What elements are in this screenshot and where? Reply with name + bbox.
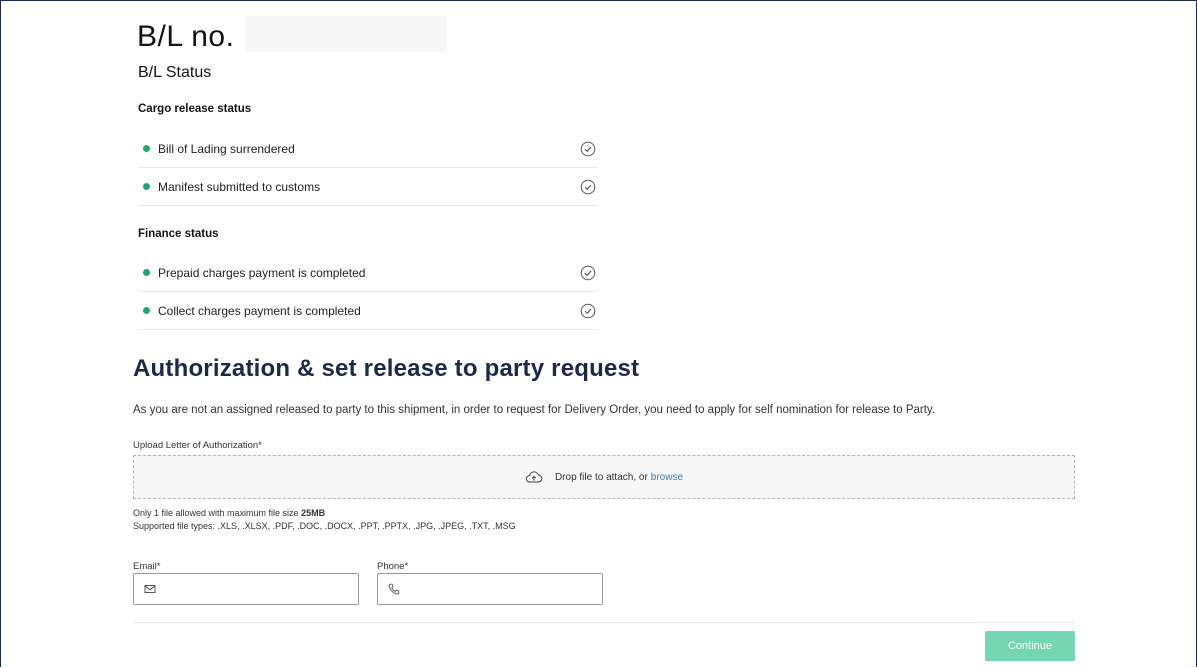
status-dot [143, 269, 150, 276]
file-limit-hint: Only 1 file allowed with maximum file si… [133, 508, 325, 518]
status-label: Collect charges payment is completed [158, 303, 361, 318]
upload-label: Upload Letter of Authorization* [133, 440, 262, 451]
file-types-hint: Supported file types: .XLS, .XLSX, .PDF,… [133, 521, 516, 531]
status-label: Bill of Lading surrendered [158, 141, 295, 156]
bl-status-heading: B/L Status [138, 64, 212, 81]
email-input[interactable] [163, 575, 358, 603]
status-row: Bill of Lading surrendered [138, 130, 598, 168]
status-label: Manifest submitted to customs [158, 179, 321, 194]
authorization-description: As you are not an assigned released to p… [133, 404, 936, 416]
check-circle-icon [580, 141, 596, 156]
phone-icon [388, 583, 400, 595]
check-circle-icon [580, 179, 596, 194]
status-dot [143, 183, 150, 190]
envelope-icon [144, 585, 156, 593]
finance-status-heading: Finance status [138, 228, 219, 240]
cargo-release-heading: Cargo release status [138, 103, 252, 115]
status-row: Manifest submitted to customs [138, 168, 598, 206]
phone-input[interactable] [407, 575, 602, 603]
status-dot [143, 307, 150, 314]
status-label: Prepaid charges payment is completed [158, 265, 366, 280]
authorization-heading: Authorization & set release to party req… [133, 355, 640, 382]
dropzone-text: Drop file to attach, or [554, 471, 648, 483]
phone-field[interactable] [377, 573, 603, 605]
check-circle-icon [580, 265, 596, 280]
bl-number-value [245, 16, 447, 52]
browse-link[interactable]: browse [651, 472, 683, 483]
phone-label: Phone* [377, 561, 409, 572]
page-frame [0, 0, 1197, 667]
file-limit-text: Only 1 file allowed with maximum file si… [133, 508, 299, 518]
email-label: Email* [133, 561, 161, 572]
status-row: Collect charges payment is completed [138, 292, 598, 330]
check-circle-icon [580, 303, 596, 318]
file-dropzone[interactable]: Drop file to attach, or browse [133, 455, 1075, 499]
status-row: Prepaid charges payment is completed [138, 254, 598, 292]
file-limit-size: 25MB [301, 508, 326, 518]
cloud-upload-icon [525, 471, 543, 483]
continue-button[interactable]: Continue [985, 631, 1075, 661]
email-field[interactable] [133, 573, 359, 605]
bl-number-title: B/L no. [137, 20, 235, 53]
divider [133, 622, 1075, 623]
status-dot [143, 145, 150, 152]
